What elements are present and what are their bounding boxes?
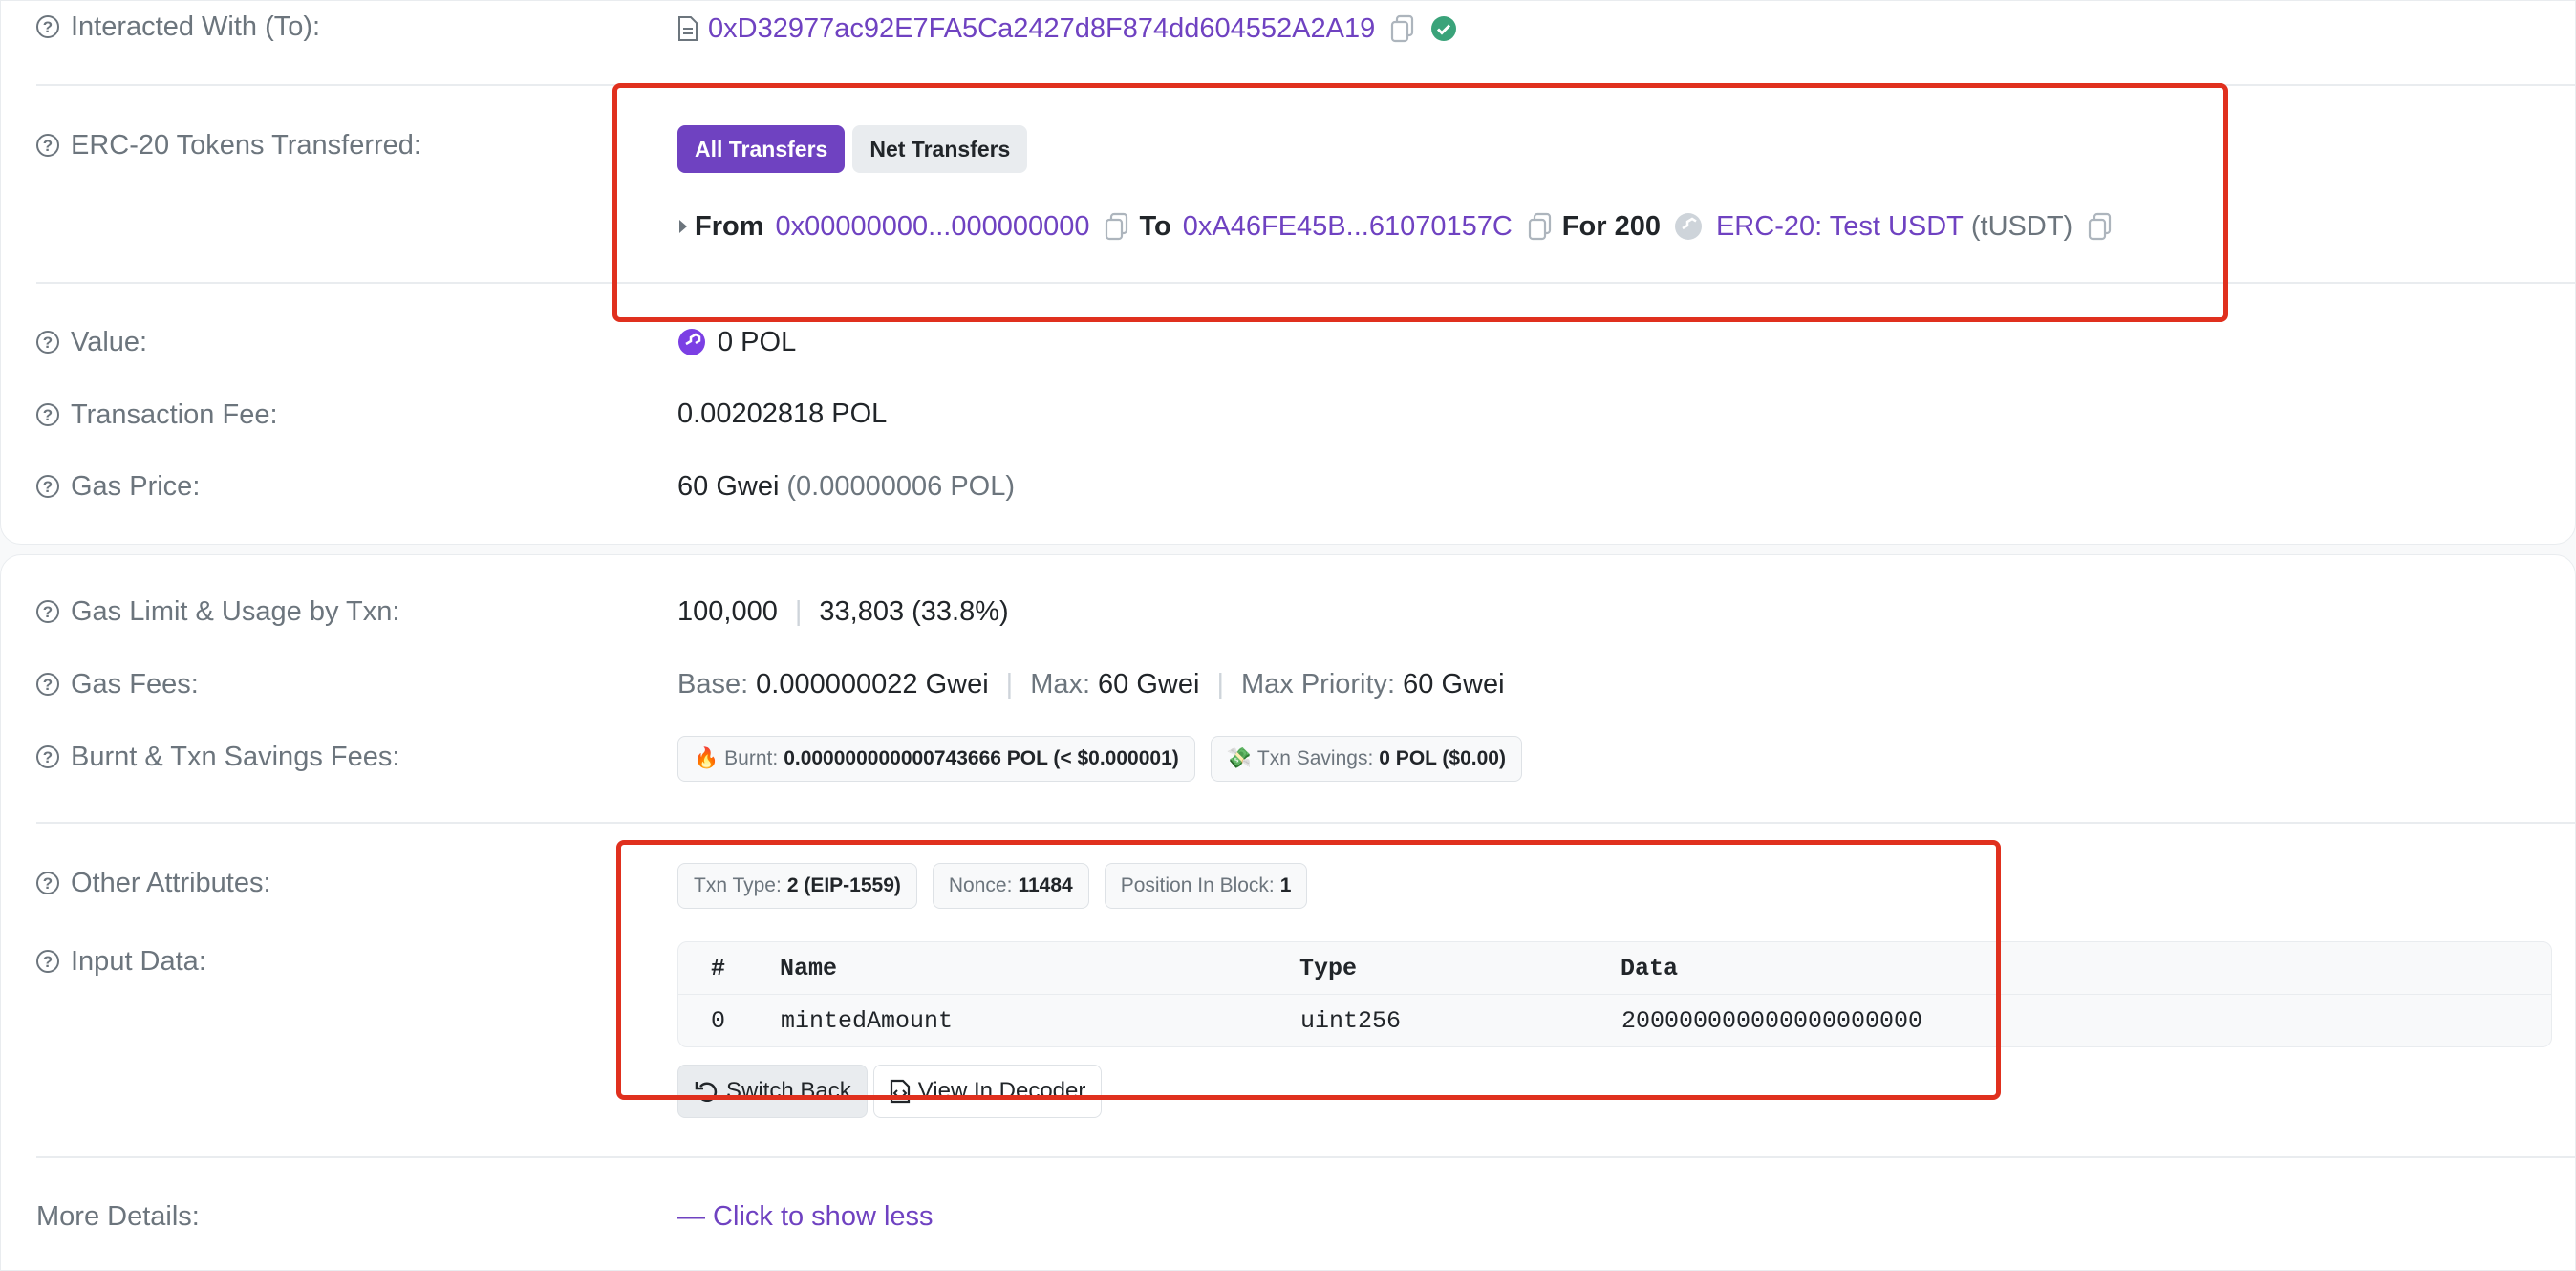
- interacted-with-value: 0xD32977ac92E7FA5Ca2427d8F874dd604552A2A…: [677, 8, 1457, 50]
- money-wings-icon: 💸: [1226, 747, 1252, 769]
- divider: [36, 1156, 2576, 1158]
- other-attributes-label: ? Other Attributes:: [36, 864, 271, 902]
- gas-fees-value: Base: 0.000000022 Gwei | Max: 60 Gwei | …: [677, 668, 1505, 700]
- pol-token-icon: [678, 329, 705, 355]
- copy-icon[interactable]: [1390, 14, 1415, 43]
- help-icon[interactable]: ?: [36, 872, 59, 894]
- help-icon[interactable]: ?: [36, 403, 59, 426]
- gas-price-label: ? Gas Price:: [36, 467, 200, 506]
- gas-limit-value: 100,000 | 33,803 (33.8%): [677, 595, 1009, 627]
- gas-fees-label: ? Gas Fees:: [36, 665, 199, 703]
- highlight-box: [616, 840, 2001, 1100]
- value-label: ? Value:: [36, 323, 147, 361]
- gas-price-value: 60 Gwei (0.00000006 POL): [677, 470, 1016, 502]
- transaction-fee-value: 0.00202818 POL: [677, 398, 888, 429]
- help-icon[interactable]: ?: [36, 673, 59, 696]
- value-amount: 0 POL: [677, 321, 796, 363]
- burnt-savings-label: ? Burnt & Txn Savings Fees:: [36, 738, 399, 776]
- burnt-badge: 🔥 Burnt: 0.000000000000743666 POL (< $0.…: [677, 736, 1195, 782]
- highlight-box: [612, 83, 2228, 322]
- more-details-value: — Click to show less: [677, 1196, 934, 1238]
- help-icon[interactable]: ?: [36, 475, 59, 498]
- interacted-with-label: ? Interacted With (To):: [36, 8, 320, 46]
- input-data-label: ? Input Data:: [36, 942, 206, 980]
- contract-address-link[interactable]: 0xD32977ac92E7FA5Ca2427d8F874dd604552A2A…: [708, 13, 1375, 45]
- show-less-link[interactable]: — Click to show less: [677, 1201, 934, 1233]
- help-icon[interactable]: ?: [36, 950, 59, 973]
- help-icon[interactable]: ?: [36, 331, 59, 354]
- help-icon[interactable]: ?: [36, 134, 59, 157]
- burnt-savings-badges: 🔥 Burnt: 0.000000000000743666 POL (< $0.…: [677, 736, 1537, 782]
- divider: [36, 822, 2576, 824]
- help-icon[interactable]: ?: [36, 745, 59, 768]
- fire-icon: 🔥: [694, 747, 719, 769]
- txn-savings-badge: 💸 Txn Savings: 0 POL ($0.00): [1210, 736, 1522, 782]
- help-icon[interactable]: ?: [36, 15, 59, 38]
- erc20-transferred-label: ? ERC-20 Tokens Transferred:: [36, 126, 421, 164]
- gas-limit-label: ? Gas Limit & Usage by Txn:: [36, 592, 399, 631]
- verified-check-icon: [1431, 16, 1457, 41]
- help-icon[interactable]: ?: [36, 600, 59, 623]
- contract-file-icon: [678, 16, 698, 41]
- more-details-label: More Details:: [36, 1200, 200, 1232]
- transaction-fee-label: ? Transaction Fee:: [36, 396, 278, 434]
